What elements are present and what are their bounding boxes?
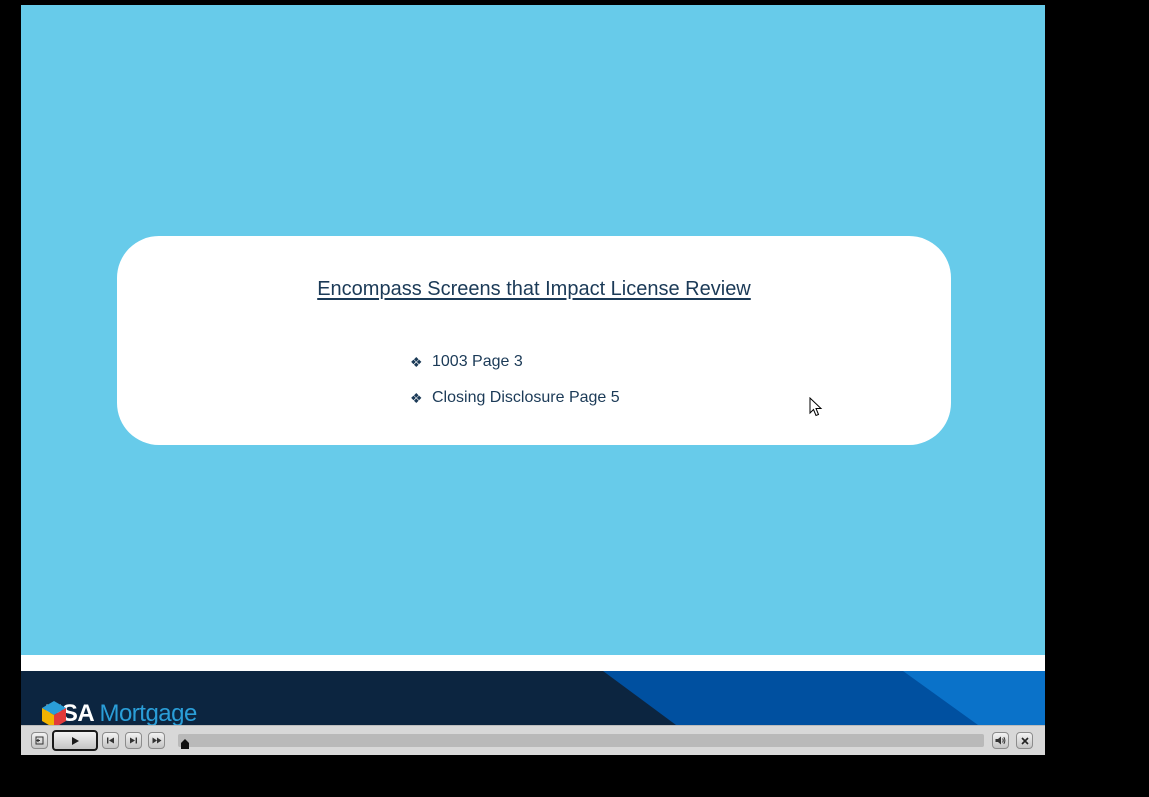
next-slide-icon: [130, 737, 137, 744]
next-slide-button[interactable]: [125, 732, 142, 749]
list-item: ❖ Closing Disclosure Page 5: [410, 380, 620, 416]
previous-slide-icon: [107, 737, 114, 744]
content-card: Encompass Screens that Impact License Re…: [117, 236, 951, 445]
fast-forward-icon: [152, 737, 161, 744]
footer-banner: USA Mortgage: [21, 671, 1045, 725]
close-button[interactable]: [1016, 732, 1033, 749]
bullet-list: ❖ 1003 Page 3 ❖ Closing Disclosure Page …: [410, 344, 620, 416]
volume-icon: [995, 736, 1006, 745]
logo-cube-icon: [42, 701, 66, 725]
logo-text-secondary: Mortgage: [99, 700, 197, 725]
diamond-bullet-icon: ❖: [410, 353, 423, 370]
mouse-cursor-icon: [809, 397, 823, 417]
slide-canvas: Encompass Screens that Impact License Re…: [21, 5, 1045, 725]
list-item: ❖ 1003 Page 3: [410, 344, 620, 380]
diamond-bullet-icon: ❖: [410, 389, 423, 406]
volume-button[interactable]: [992, 732, 1009, 749]
exit-button[interactable]: [31, 732, 48, 749]
player-controls: [21, 725, 1045, 755]
previous-slide-button[interactable]: [102, 732, 119, 749]
company-logo: USA Mortgage: [39, 699, 197, 725]
footer-divider: [21, 655, 1045, 671]
slide-title: Encompass Screens that Impact License Re…: [317, 278, 751, 300]
progress-slider[interactable]: [178, 734, 984, 749]
play-button[interactable]: [52, 730, 98, 751]
exit-icon: [35, 736, 44, 745]
progress-handle-icon[interactable]: [181, 739, 189, 749]
bullet-text: Closing Disclosure Page 5: [432, 389, 620, 406]
close-icon: [1020, 736, 1029, 745]
play-icon: [72, 736, 79, 745]
bullet-text: 1003 Page 3: [432, 353, 523, 370]
fast-forward-button[interactable]: [148, 732, 165, 749]
app-window: Encompass Screens that Impact License Re…: [0, 0, 1149, 797]
